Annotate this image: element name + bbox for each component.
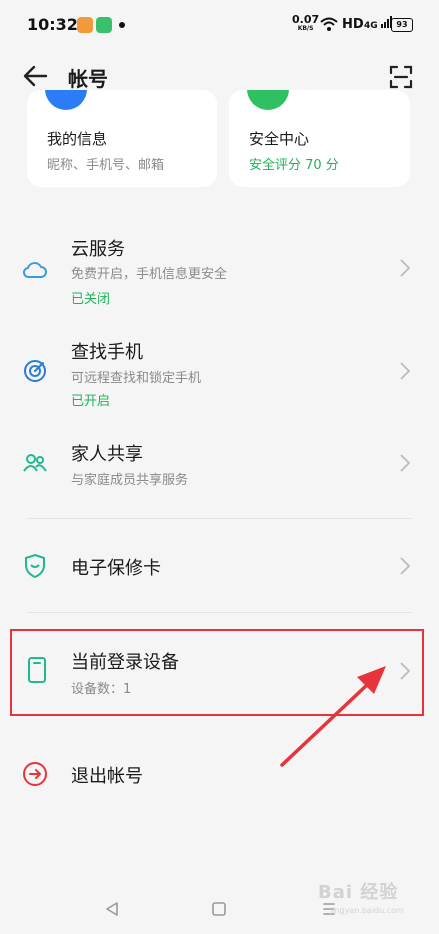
- network-speed: 0.07 KB/S: [292, 14, 319, 33]
- back-arrow-icon[interactable]: [20, 62, 50, 90]
- cloud-title: 云服务: [71, 239, 125, 260]
- notification-app-icon: [77, 17, 93, 33]
- my-info-subtitle: 昵称、手机号、邮箱: [47, 158, 165, 173]
- find-phone-status: 已开启: [71, 394, 111, 409]
- chevron-right-icon: [400, 454, 411, 472]
- chevron-right-icon: [400, 557, 411, 575]
- network-speed-unit: KB/S: [297, 25, 314, 32]
- notification-app-icon-2: [96, 17, 112, 33]
- my-info-title: 我的信息: [47, 130, 108, 148]
- divider: [27, 518, 412, 519]
- watermark: Bai 经验: [318, 882, 399, 903]
- highlight-box: [10, 629, 424, 716]
- family-sharing-desc: 与家庭成员共享服务: [71, 473, 189, 488]
- family-icon: [23, 454, 47, 472]
- chevron-right-icon: [400, 362, 411, 380]
- security-score: 安全评分 70 分: [249, 158, 339, 173]
- hd-badge: HD: [342, 17, 364, 32]
- settings-item-family-sharing[interactable]: 家人共享 与家庭成员共享服务: [0, 430, 439, 502]
- nav-home-icon[interactable]: [211, 901, 227, 917]
- logout-title: 退出帐号: [71, 766, 143, 787]
- signal-label: 4G: [364, 21, 378, 31]
- scan-icon[interactable]: [388, 64, 414, 90]
- signal-icon: 4G: [364, 16, 393, 31]
- status-time: 10:32: [27, 15, 78, 34]
- wifi-icon: [320, 17, 338, 31]
- status-bar: 10:32 0.07 KB/S HD 4G 93: [0, 0, 439, 52]
- security-center-card[interactable]: 安全中心 安全评分 70 分: [229, 90, 410, 187]
- nav-back-icon[interactable]: [104, 901, 120, 917]
- divider: [27, 612, 412, 613]
- watermark-url: jingyan.baidu.com: [330, 906, 404, 915]
- settings-item-warranty[interactable]: 电子保修卡: [0, 538, 439, 594]
- target-icon: [24, 360, 46, 382]
- my-info-card[interactable]: 我的信息 昵称、手机号、邮箱: [27, 90, 217, 187]
- settings-item-logout[interactable]: 退出帐号: [0, 746, 439, 802]
- warranty-title: 电子保修卡: [71, 558, 161, 579]
- battery-icon: 93: [391, 18, 413, 32]
- cloud-status: 已关闭: [71, 292, 111, 307]
- find-phone-title: 查找手机: [71, 342, 143, 363]
- settings-item-cloud[interactable]: 云服务 免费开启，手机信息更安全 已关闭: [0, 222, 439, 314]
- shield-icon: [25, 553, 45, 579]
- user-avatar-icon: [45, 90, 87, 110]
- security-center-title: 安全中心: [249, 130, 310, 148]
- page-title: 帐号: [68, 67, 108, 91]
- cloud-icon: [22, 262, 47, 278]
- chevron-right-icon: [400, 259, 411, 277]
- settings-item-find-phone[interactable]: 查找手机 可远程查找和锁定手机 已开启: [0, 326, 439, 418]
- notification-dot-icon: [119, 22, 125, 28]
- family-sharing-title: 家人共享: [71, 444, 143, 465]
- cloud-desc: 免费开启，手机信息更安全: [71, 267, 228, 282]
- find-phone-desc: 可远程查找和锁定手机: [71, 371, 202, 386]
- logout-icon: [23, 762, 47, 786]
- security-icon: [247, 90, 289, 110]
